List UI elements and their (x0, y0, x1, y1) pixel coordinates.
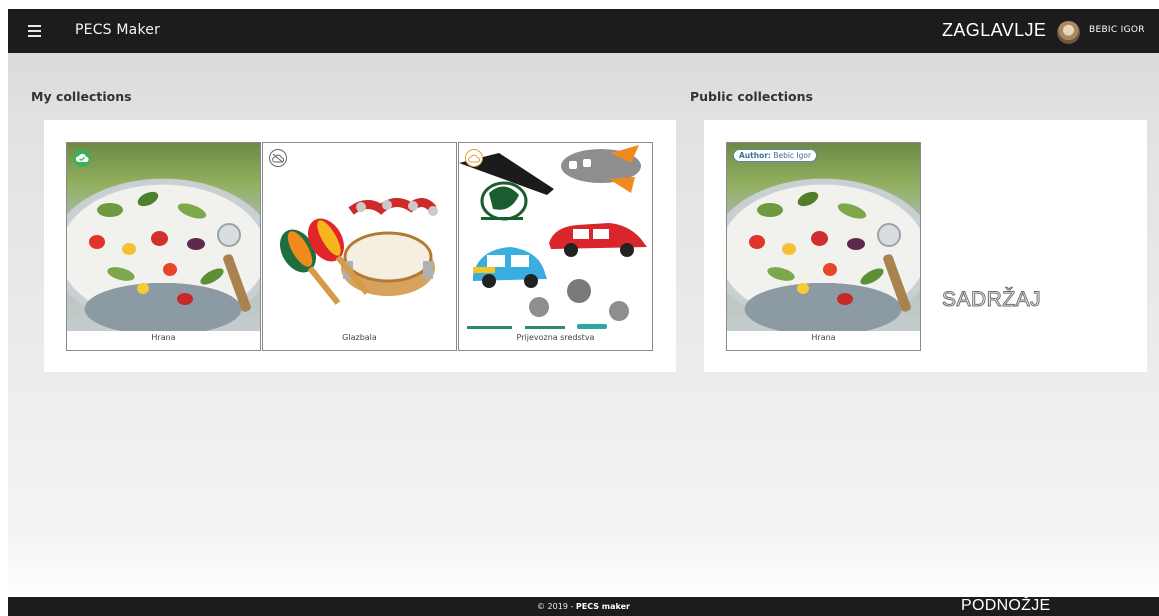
hamburger-menu-icon[interactable] (28, 25, 41, 37)
footer-bar: © 2019 - PECS maker PODNOŽJE (8, 597, 1159, 616)
collection-caption: Hrana (151, 333, 176, 342)
salad-image (727, 143, 920, 331)
user-name[interactable]: BEBIC IGOR (1089, 25, 1145, 35)
author-badge: Author: Bebic Igor (733, 149, 818, 162)
collection-caption: Hrana (811, 333, 836, 342)
public-collections-title: Public collections (690, 89, 813, 104)
top-app-bar: PECS Maker ZAGLAVLJE BEBIC IGOR (8, 9, 1159, 53)
footer-placeholder-label: PODNOŽJE (961, 597, 1051, 614)
collection-caption: Glazbala (342, 333, 377, 342)
author-label: Author: (739, 151, 771, 160)
public-collections-panel: Author: Bebic Igor Hrana (704, 120, 1147, 372)
cloud-icon (465, 149, 483, 167)
salad-image (67, 143, 260, 331)
collection-card-glazbala[interactable]: Glazbala (262, 142, 457, 351)
user-avatar[interactable] (1057, 21, 1080, 44)
copyright-brand: PECS maker (575, 602, 630, 611)
author-name: Bebic Igor (773, 151, 812, 160)
my-collections-panel: Hrana Glazbala Prijevozna sredstva (44, 120, 676, 372)
collection-card-hrana[interactable]: Hrana (66, 142, 261, 351)
cloud-check-icon (73, 149, 91, 167)
collection-caption: Prijevozna sredstva (516, 333, 595, 342)
app-frame: PECS Maker ZAGLAVLJE BEBIC IGOR My colle… (8, 9, 1159, 616)
app-title[interactable]: PECS Maker (75, 22, 160, 38)
content-placeholder-label: SADRŽAJ (941, 288, 1042, 312)
cloud-off-icon (269, 149, 287, 167)
vehicles-image (459, 143, 652, 331)
collection-card-prijevozna-sredstva[interactable]: Prijevozna sredstva (458, 142, 653, 351)
header-placeholder-label: ZAGLAVLJE (942, 20, 1047, 40)
instruments-image (263, 143, 456, 331)
public-card-hrana[interactable]: Author: Bebic Igor Hrana (726, 142, 921, 351)
my-collections-title: My collections (31, 89, 132, 104)
copyright-prefix: © 2019 - (537, 602, 576, 611)
